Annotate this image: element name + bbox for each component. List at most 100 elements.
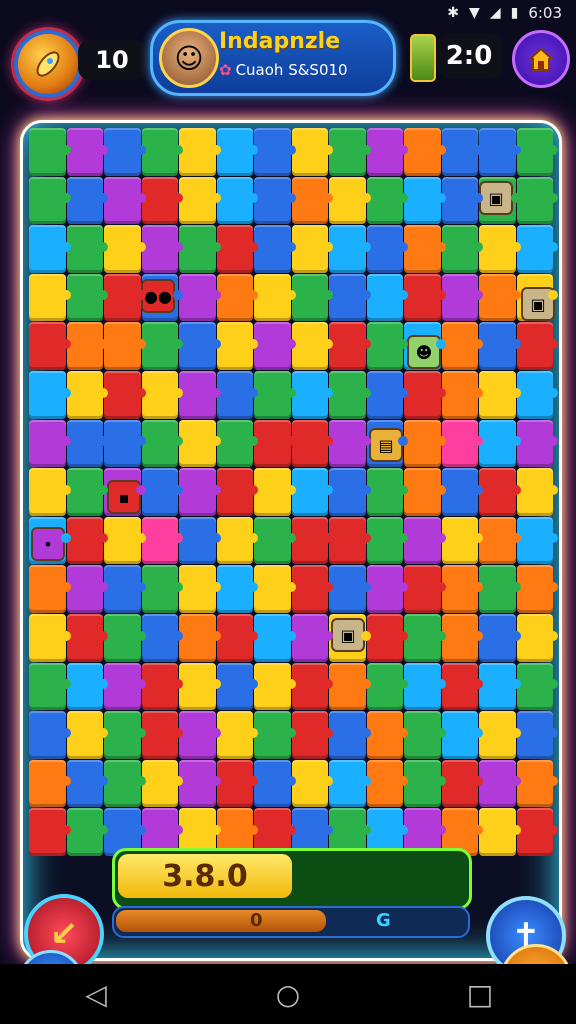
puzzle-piece[interactable] [141,662,183,711]
puzzle-piece[interactable] [404,711,445,759]
puzzle-piece[interactable] [141,128,183,176]
puzzle-piece[interactable] [479,225,520,273]
puzzle-piece[interactable] [254,516,295,565]
puzzle-piece[interactable] [516,468,558,516]
puzzle-piece[interactable] [291,225,333,273]
puzzle-character[interactable]: ▣ [331,618,365,652]
puzzle-piece[interactable] [254,565,295,613]
puzzle-piece[interactable] [254,759,295,808]
puzzle-piece[interactable] [441,759,483,808]
puzzle-piece[interactable] [254,468,295,516]
puzzle-piece[interactable] [516,759,558,808]
puzzle-piece[interactable] [216,468,258,516]
puzzle-piece[interactable] [254,419,295,468]
puzzle-piece[interactable] [66,370,108,419]
puzzle-piece[interactable] [291,468,333,516]
puzzle-piece[interactable] [104,759,145,808]
puzzle-piece[interactable] [404,565,445,613]
puzzle-piece[interactable] [66,419,108,468]
nav-back-button[interactable]: ◁ [66,978,126,1011]
puzzle-piece[interactable] [291,128,333,176]
puzzle-piece[interactable] [366,128,408,176]
puzzle-piece[interactable] [366,759,408,808]
puzzle-piece[interactable] [366,273,408,322]
puzzle-piece[interactable] [216,419,258,468]
puzzle-piece[interactable] [516,613,558,662]
puzzle-piece[interactable] [516,516,558,565]
puzzle-piece[interactable] [216,176,258,225]
puzzle-piece[interactable] [441,128,483,176]
puzzle-piece[interactable] [66,468,108,516]
puzzle-piece[interactable] [104,273,145,322]
puzzle-piece[interactable] [516,128,558,176]
puzzle-piece[interactable] [366,516,408,565]
puzzle-piece[interactable] [29,176,70,225]
puzzle-piece[interactable] [66,808,108,856]
puzzle-piece[interactable] [291,176,333,225]
puzzle-piece[interactable] [329,370,370,419]
puzzle-piece[interactable] [254,273,295,322]
puzzle-character[interactable]: ▪ [107,480,141,514]
puzzle-piece[interactable] [179,662,220,711]
puzzle-piece[interactable] [179,516,220,565]
nav-recent-button[interactable]: □ [450,978,510,1011]
puzzle-piece[interactable] [441,322,483,370]
puzzle-piece[interactable] [441,711,483,759]
puzzle-piece[interactable] [216,565,258,613]
puzzle-piece[interactable] [366,176,408,225]
puzzle-piece[interactable] [29,128,70,176]
puzzle-piece[interactable] [291,419,333,468]
puzzle-piece[interactable] [179,176,220,225]
puzzle-piece[interactable] [441,225,483,273]
puzzle-piece[interactable] [179,128,220,176]
puzzle-piece[interactable] [291,565,333,613]
puzzle-piece[interactable] [216,273,258,322]
puzzle-piece[interactable] [441,565,483,613]
puzzle-piece[interactable] [329,225,370,273]
puzzle-piece[interactable] [254,662,295,711]
puzzle-piece[interactable] [291,516,333,565]
nav-home-button[interactable]: ○ [258,978,318,1011]
puzzle-piece[interactable] [66,322,108,370]
puzzle-piece[interactable] [479,370,520,419]
puzzle-piece[interactable] [291,613,333,662]
puzzle-piece[interactable] [179,759,220,808]
puzzle-piece[interactable] [29,565,70,613]
puzzle-piece[interactable] [366,613,408,662]
puzzle-piece[interactable] [141,711,183,759]
puzzle-piece[interactable] [329,468,370,516]
puzzle-piece[interactable] [404,370,445,419]
puzzle-piece[interactable] [366,322,408,370]
puzzle-piece[interactable] [104,176,145,225]
puzzle-piece[interactable] [441,419,483,468]
puzzle-piece[interactable] [291,370,333,419]
puzzle-piece[interactable] [516,225,558,273]
puzzle-piece[interactable] [216,613,258,662]
puzzle-piece[interactable] [104,711,145,759]
puzzle-piece[interactable] [66,759,108,808]
puzzle-piece[interactable] [179,225,220,273]
puzzle-piece[interactable] [441,468,483,516]
puzzle-piece[interactable] [141,613,183,662]
puzzle-piece[interactable] [29,613,70,662]
puzzle-piece[interactable] [516,322,558,370]
puzzle-piece[interactable] [254,225,295,273]
puzzle-board[interactable]: ▣ ▣ ☻ ●● ▤ ▪ • ▣ [20,120,562,961]
puzzle-piece[interactable] [516,370,558,419]
puzzle-piece[interactable] [104,128,145,176]
puzzle-piece[interactable] [66,516,108,565]
puzzle-piece[interactable] [479,759,520,808]
puzzle-piece[interactable] [179,711,220,759]
puzzle-piece[interactable] [141,565,183,613]
puzzle-piece[interactable] [29,273,70,322]
puzzle-piece[interactable] [516,711,558,759]
puzzle-piece[interactable] [441,516,483,565]
puzzle-piece[interactable] [141,419,183,468]
puzzle-piece[interactable] [404,759,445,808]
puzzle-piece[interactable] [329,759,370,808]
puzzle-piece[interactable] [254,370,295,419]
puzzle-piece[interactable] [66,662,108,711]
puzzle-piece[interactable] [179,613,220,662]
puzzle-piece[interactable] [404,273,445,322]
puzzle-piece[interactable] [29,419,70,468]
